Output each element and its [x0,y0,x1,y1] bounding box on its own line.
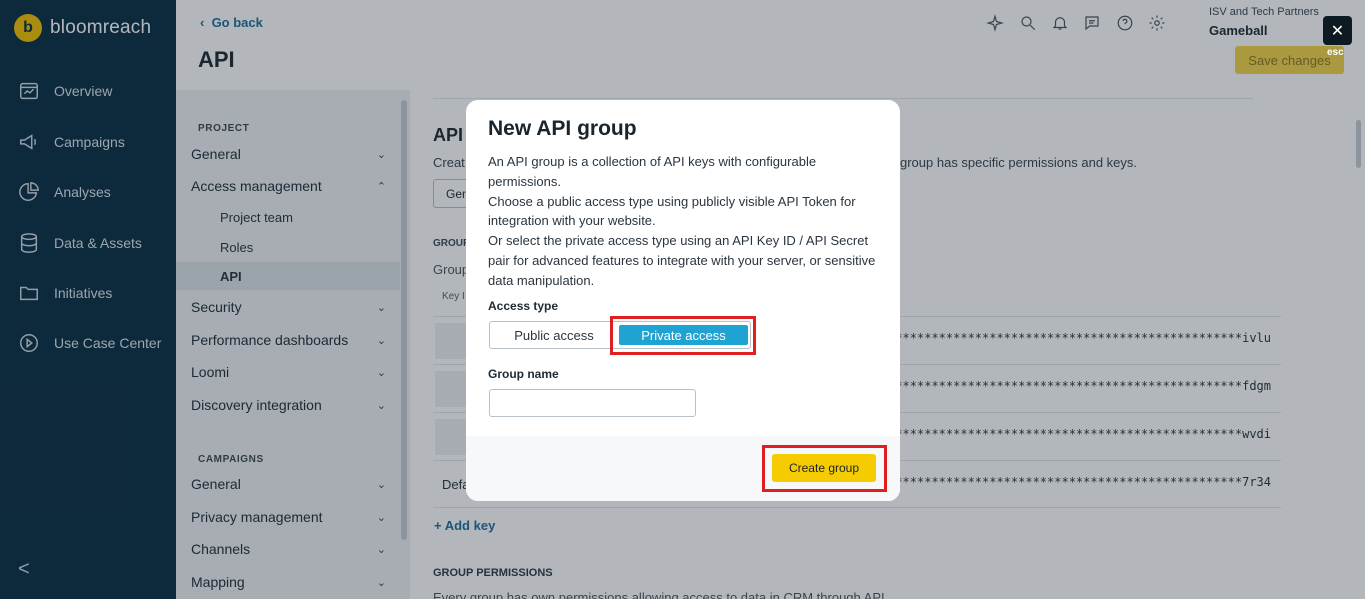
description-line: Or select the private access type using … [488,233,876,288]
dialog-title: New API group [488,117,637,140]
description-line: Choose a public access type using public… [488,193,856,229]
new-api-group-dialog: New API group An API group is a collecti… [466,100,900,501]
description-line: An API group is a collection of API keys… [488,154,817,189]
highlight-box [762,445,887,492]
esc-label: esc [1327,47,1344,58]
access-type-label: Access type [488,299,559,313]
dialog-description: An API group is a collection of API keys… [488,152,883,291]
close-icon[interactable]: ✕ [1323,16,1352,45]
highlight-box [610,316,756,355]
public-access-option[interactable]: Public access [490,322,618,348]
group-name-input[interactable] [489,389,696,417]
group-name-label: Group name [488,367,559,381]
